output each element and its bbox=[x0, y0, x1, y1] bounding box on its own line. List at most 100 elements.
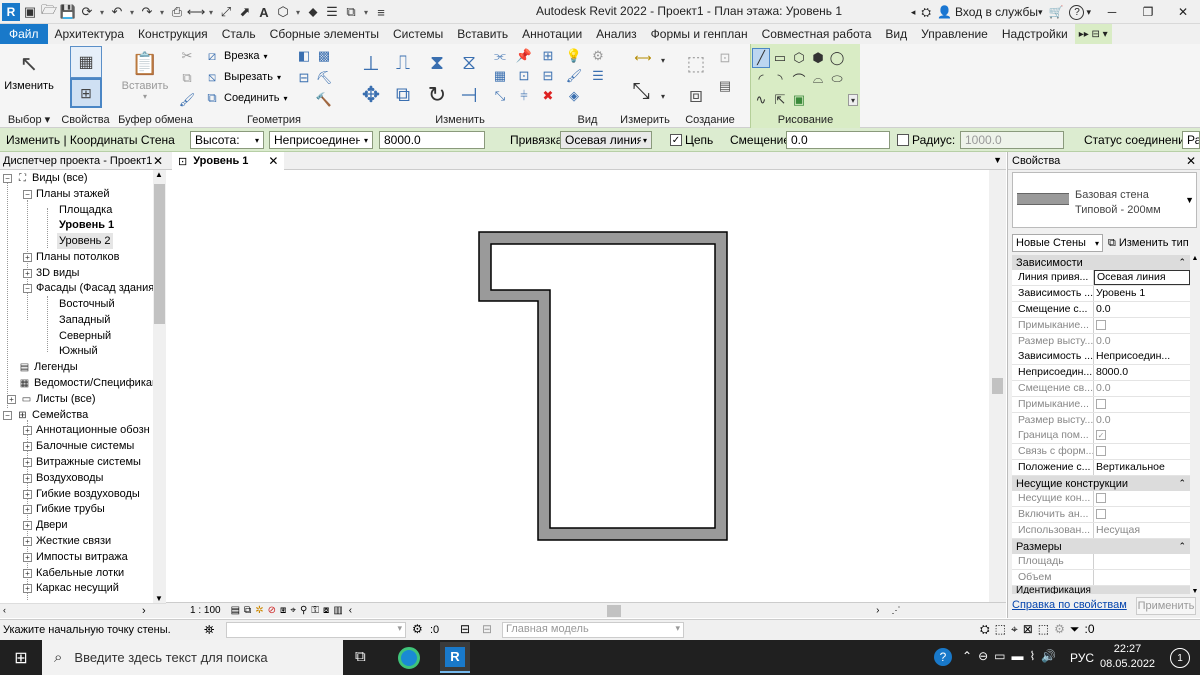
prop-value[interactable]: Неприсоедин... bbox=[1094, 349, 1190, 364]
drag-elements-icon[interactable]: ⬚ bbox=[1038, 622, 1049, 637]
expand-icon[interactable]: + bbox=[23, 489, 32, 499]
print-icon[interactable]: ⎙ bbox=[168, 3, 186, 21]
minimize-button[interactable]: ─ bbox=[1094, 0, 1130, 24]
sync-dropdown-icon[interactable]: ▾ bbox=[97, 3, 107, 21]
restore-button[interactable]: ❐ bbox=[1130, 0, 1166, 24]
draw-line-icon[interactable]: ╱ bbox=[752, 48, 770, 68]
create-parts-icon[interactable]: ⧈ bbox=[681, 80, 711, 110]
customize-qa-icon[interactable]: ≡ bbox=[372, 3, 390, 21]
expand-icon[interactable]: + bbox=[23, 268, 32, 278]
view-scroll-left-icon[interactable]: ‹ bbox=[349, 605, 352, 616]
tree-item-schedules[interactable]: ▦ Ведомости/Спецификац bbox=[18, 375, 153, 391]
collapse-icon[interactable]: − bbox=[23, 189, 32, 199]
volume-icon[interactable]: 🔊 bbox=[1041, 649, 1056, 663]
copy-elements-icon[interactable]: ⧉ bbox=[390, 82, 416, 108]
rotate-icon[interactable]: ↻ bbox=[424, 82, 450, 108]
reveal-hidden-icon[interactable]: ⚿ bbox=[311, 605, 319, 616]
tree-item-floor-plans[interactable]: − Планы этажей bbox=[23, 186, 110, 202]
paste-button[interactable]: 📋 Вставить ▾ bbox=[115, 48, 175, 101]
redo-icon[interactable]: ↷ bbox=[138, 3, 156, 21]
pin-icon[interactable]: 📌 bbox=[516, 48, 532, 64]
split-face-icon[interactable]: ◧ bbox=[296, 48, 312, 64]
temp-hide-icon[interactable]: ⚲ bbox=[300, 605, 307, 616]
hide-analytical-icon[interactable]: ▥ bbox=[333, 605, 342, 616]
height-constraint-dropdown[interactable]: Неприсоединенн ▾ bbox=[269, 131, 373, 149]
tree-item-east[interactable]: Восточный bbox=[59, 296, 115, 312]
edge-icon[interactable] bbox=[398, 647, 420, 669]
offset-field[interactable]: 0.0 bbox=[786, 131, 890, 149]
group-identity[interactable]: Идентификация bbox=[1012, 586, 1190, 594]
vscroll-thumb[interactable] bbox=[992, 378, 1003, 394]
tree-item-views-all[interactable]: − ⛶ Виды (все) bbox=[3, 170, 88, 186]
group-constraints[interactable]: Зависимости ⌃ bbox=[1012, 255, 1190, 270]
tab-precast[interactable]: Сборные элементы bbox=[263, 24, 386, 44]
title-dropdown-icon[interactable]: ◂ bbox=[908, 0, 919, 24]
move-icon[interactable]: ✥ bbox=[358, 82, 384, 108]
measure-dropdown-icon[interactable]: ▾ bbox=[206, 3, 216, 21]
radius-checkbox[interactable]: Радиус: bbox=[897, 131, 955, 149]
split-icon[interactable]: ⫘ bbox=[492, 48, 508, 64]
prop-value[interactable]: Уровень 1 bbox=[1094, 286, 1190, 301]
group-structural[interactable]: Несущие конструкции ⌃ bbox=[1012, 476, 1190, 491]
notification-button[interactable]: 1 bbox=[1170, 648, 1190, 668]
open-icon[interactable]: 🗁 bbox=[40, 2, 58, 21]
tray-expand-icon[interactable]: ⌃ bbox=[962, 649, 972, 663]
worksharing-icon[interactable]: ⛯ bbox=[204, 622, 214, 638]
prop-row[interactable]: Зависимость ... Уровень 1 bbox=[1012, 286, 1190, 302]
align-icon[interactable]: ⊥ bbox=[358, 50, 384, 76]
task-view-icon[interactable]: ⧉ bbox=[355, 648, 366, 665]
unpin-icon[interactable]: ⊡ bbox=[516, 68, 532, 84]
expand-icon[interactable]: + bbox=[23, 441, 32, 451]
switch-windows-dropdown-icon[interactable]: ▾ bbox=[361, 3, 371, 21]
tree-item-family[interactable]: + Воздуховоды bbox=[23, 470, 103, 486]
collapse-icon[interactable]: − bbox=[23, 283, 32, 293]
join-geometry-button[interactable]: ⧉ Соединить ▾ bbox=[204, 88, 287, 108]
scroll-down-icon[interactable]: ▼ bbox=[155, 594, 163, 603]
prop-row[interactable]: Неприсоедин... 8000.0 bbox=[1012, 365, 1190, 381]
select-panel-label[interactable]: Выбор ▾ bbox=[0, 113, 58, 126]
sync-icon[interactable]: ⟳ bbox=[78, 3, 96, 21]
draw-spline-icon[interactable]: ∿ bbox=[752, 90, 770, 110]
view-tab-close-icon[interactable]: ✕ bbox=[268, 154, 278, 168]
match-type-icon[interactable]: 🖌 bbox=[179, 92, 196, 108]
type-properties-button[interactable]: ⊞ bbox=[66, 78, 106, 108]
tree-item-family[interactable]: + Гибкие воздуховоды bbox=[23, 486, 140, 502]
thin-lines-icon[interactable]: ☰ bbox=[323, 3, 341, 21]
project-browser-scrollbar[interactable]: ▲ ▼ bbox=[153, 170, 166, 603]
tree-item-families[interactable]: − ⊞ Семейства bbox=[3, 407, 88, 423]
tree-item-site[interactable]: Площадка bbox=[59, 202, 112, 218]
visual-style-icon[interactable]: ⧉ bbox=[244, 605, 251, 616]
tree-item-family[interactable]: + Кабельные лотки bbox=[23, 565, 124, 581]
select-by-face-icon[interactable]: ⊠ bbox=[1023, 622, 1033, 637]
tree-item-legends[interactable]: ▤ Легенды bbox=[18, 359, 78, 375]
cut-geometry-button[interactable]: ⧄ Врезка ▾ bbox=[204, 46, 268, 66]
revit-logo-icon[interactable]: R bbox=[2, 3, 20, 21]
tree-item-family[interactable]: + Гибкие трубы bbox=[23, 501, 105, 517]
create-assembly-icon[interactable]: ▤ bbox=[717, 78, 733, 94]
tab-addins[interactable]: Надстройки bbox=[995, 24, 1075, 44]
expand-icon[interactable]: + bbox=[23, 425, 32, 435]
prop-row[interactable]: Положение с... Вертикальное bbox=[1012, 460, 1190, 476]
scroll-left-icon[interactable]: ‹ bbox=[3, 605, 6, 615]
tab-file[interactable]: Файл bbox=[0, 24, 48, 44]
design-options-icon[interactable]: ⊟ bbox=[460, 622, 470, 636]
tree-item-family[interactable]: + Витражные системы bbox=[23, 454, 141, 470]
project-browser-hscrollbar[interactable]: ‹ › bbox=[0, 603, 166, 618]
scale-icon[interactable]: ⤡ bbox=[492, 88, 508, 104]
filter-icon[interactable]: ⏷ bbox=[1070, 622, 1080, 637]
pick-faces-icon[interactable]: ▣ bbox=[790, 90, 808, 110]
tree-item-family[interactable]: + Аннотационные обозн bbox=[23, 422, 150, 438]
delete-icon[interactable]: ✖ bbox=[540, 88, 556, 104]
editable-only-icon[interactable]: ⚙ bbox=[412, 622, 423, 636]
revit-taskbar-icon[interactable]: R bbox=[440, 642, 470, 673]
instance-filter-dropdown[interactable]: Новые Стены ▾ bbox=[1012, 234, 1103, 252]
prop-row[interactable]: Линия привя... Осевая линия bbox=[1012, 270, 1190, 286]
offset-icon[interactable]: ⎍ bbox=[390, 50, 416, 76]
properties-button[interactable]: ▦ bbox=[64, 46, 108, 78]
tree-item-ceiling-plans[interactable]: + Планы потолков bbox=[23, 249, 119, 265]
measure-icon[interactable]: ⟷ bbox=[187, 3, 206, 21]
demolish-icon[interactable]: ⛏ bbox=[316, 70, 333, 86]
tray-app-icon[interactable]: ▭ bbox=[994, 649, 1005, 663]
remove-paint-icon[interactable]: 🔨 bbox=[316, 92, 332, 108]
view-resize-icon[interactable]: ⋰ bbox=[891, 605, 900, 616]
